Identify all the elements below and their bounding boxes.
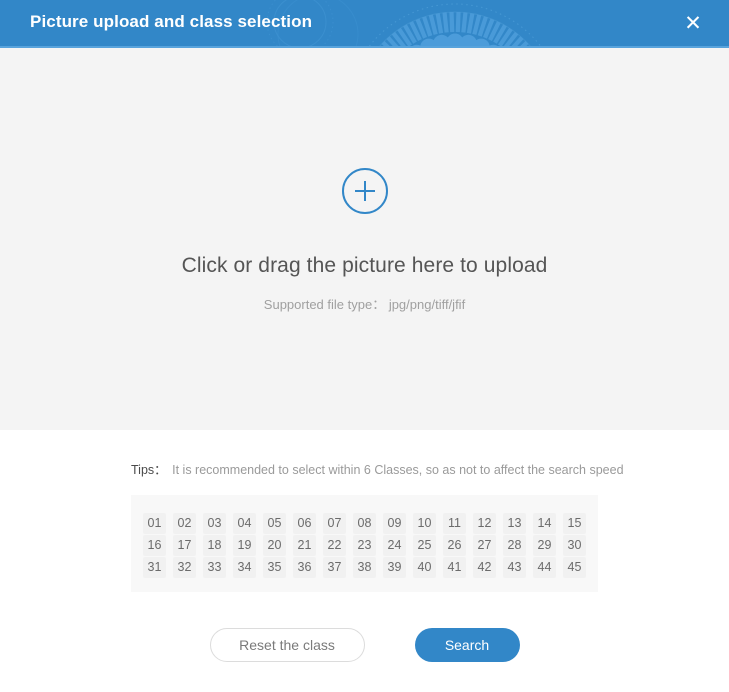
class-chip[interactable]: 04 xyxy=(233,513,256,534)
class-chip[interactable]: 08 xyxy=(353,513,376,534)
class-chip[interactable]: 06 xyxy=(293,513,316,534)
class-chip[interactable]: 10 xyxy=(413,513,436,534)
class-chip[interactable]: 32 xyxy=(173,557,196,578)
class-chip[interactable]: 44 xyxy=(533,557,556,578)
class-chip[interactable]: 43 xyxy=(503,557,526,578)
class-chip[interactable]: 40 xyxy=(413,557,436,578)
class-chip[interactable]: 20 xyxy=(263,535,286,556)
class-chip[interactable]: 36 xyxy=(293,557,316,578)
class-chip[interactable]: 05 xyxy=(263,513,286,534)
class-chip[interactable]: 37 xyxy=(323,557,346,578)
class-chip[interactable]: 12 xyxy=(473,513,496,534)
class-chip[interactable]: 24 xyxy=(383,535,406,556)
close-button[interactable]: ✕ xyxy=(673,0,713,46)
class-grid-row: 31 32 33 34 35 36 37 38 39 40 41 42 43 4… xyxy=(143,557,586,578)
action-button-row: Reset the class Search xyxy=(0,628,729,662)
class-selection-section: Tips： It is recommended to select within… xyxy=(0,430,729,692)
class-chip[interactable]: 01 xyxy=(143,513,166,534)
dialog-title: Picture upload and class selection xyxy=(30,12,313,31)
class-chip[interactable]: 17 xyxy=(173,535,196,556)
class-chip[interactable]: 30 xyxy=(563,535,586,556)
search-button[interactable]: Search xyxy=(414,628,520,662)
class-chip[interactable]: 28 xyxy=(503,535,526,556)
class-chip[interactable]: 19 xyxy=(233,535,256,556)
class-grid-row: 01 02 03 04 05 06 07 08 09 10 11 12 13 1… xyxy=(143,513,586,534)
class-chip[interactable]: 18 xyxy=(203,535,226,556)
class-chip[interactable]: 16 xyxy=(143,535,166,556)
class-chip[interactable]: 11 xyxy=(443,513,466,534)
tips-text: It is recommended to select within 6 Cla… xyxy=(172,463,624,477)
class-chip[interactable]: 15 xyxy=(563,513,586,534)
tips-label: Tips： xyxy=(131,463,167,477)
class-chip[interactable]: 29 xyxy=(533,535,556,556)
class-chip[interactable]: 02 xyxy=(173,513,196,534)
upload-primary-label: Click or drag the picture here to upload xyxy=(181,254,548,277)
class-grid-row: 16 17 18 19 20 21 22 23 24 25 26 27 28 2… xyxy=(143,535,586,556)
class-chip[interactable]: 07 xyxy=(323,513,346,534)
upload-supported-types-label: Supported file type： jpg/png/tiff/jfif xyxy=(263,297,466,312)
dialog-header: Picture upload and class selection ✕ xyxy=(0,0,729,48)
class-grid: 01 02 03 04 05 06 07 08 09 10 11 12 13 1… xyxy=(131,495,598,592)
class-chip[interactable]: 45 xyxy=(563,557,586,578)
tips-row: Tips： It is recommended to select within… xyxy=(131,459,624,478)
class-chip[interactable]: 25 xyxy=(413,535,436,556)
class-chip[interactable]: 31 xyxy=(143,557,166,578)
class-chip[interactable]: 22 xyxy=(323,535,346,556)
class-chip[interactable]: 26 xyxy=(443,535,466,556)
class-chip[interactable]: 39 xyxy=(383,557,406,578)
close-icon: ✕ xyxy=(684,11,702,35)
class-chip[interactable]: 03 xyxy=(203,513,226,534)
class-chip[interactable]: 38 xyxy=(353,557,376,578)
reset-class-button[interactable]: Reset the class xyxy=(209,628,365,662)
class-chip[interactable]: 27 xyxy=(473,535,496,556)
class-chip[interactable]: 09 xyxy=(383,513,406,534)
plus-circle-icon xyxy=(341,168,388,214)
class-chip[interactable]: 14 xyxy=(533,513,556,534)
class-chip[interactable]: 21 xyxy=(293,535,316,556)
class-chip[interactable]: 34 xyxy=(233,557,256,578)
class-chip[interactable]: 13 xyxy=(503,513,526,534)
class-chip[interactable]: 42 xyxy=(473,557,496,578)
class-chip[interactable]: 23 xyxy=(353,535,376,556)
upload-dropzone[interactable]: Click or drag the picture here to upload… xyxy=(0,48,729,430)
class-chip[interactable]: 35 xyxy=(263,557,286,578)
picture-upload-dialog: Picture upload and class selection ✕ Cli… xyxy=(0,0,729,692)
class-chip[interactable]: 33 xyxy=(203,557,226,578)
class-chip[interactable]: 41 xyxy=(443,557,466,578)
